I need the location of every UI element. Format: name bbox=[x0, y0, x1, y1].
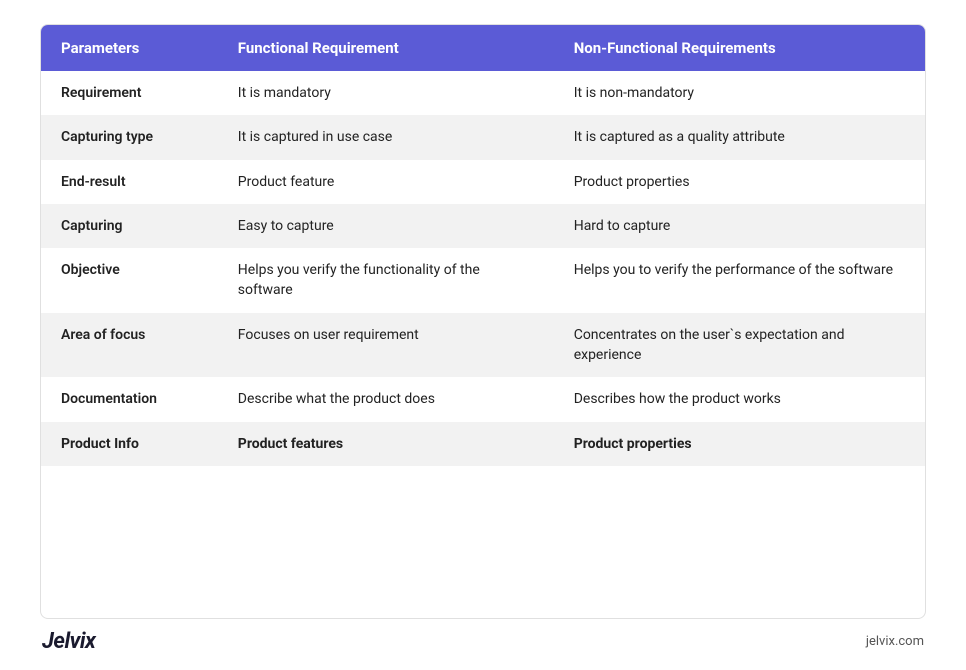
col-header-functional: Functional Requirement bbox=[218, 25, 554, 71]
col-header-parameters: Parameters bbox=[41, 25, 218, 71]
cell-functional: It is mandatory bbox=[218, 71, 554, 115]
cell-param: Requirement bbox=[41, 71, 218, 115]
cell-nonfunctional: Hard to capture bbox=[554, 204, 925, 248]
brand-logo: Jelvix bbox=[42, 629, 95, 654]
cell-functional: Helps you verify the functionality of th… bbox=[218, 248, 554, 313]
cell-nonfunctional: Product properties bbox=[554, 160, 925, 204]
comparison-table: Parameters Functional Requirement Non-Fu… bbox=[41, 25, 925, 466]
brand-url: jelvix.com bbox=[866, 634, 924, 649]
cell-param: End-result bbox=[41, 160, 218, 204]
cell-functional: Easy to capture bbox=[218, 204, 554, 248]
cell-param: Capturing type bbox=[41, 115, 218, 159]
cell-nonfunctional: Describes how the product works bbox=[554, 377, 925, 421]
cell-functional: It is captured in use case bbox=[218, 115, 554, 159]
cell-nonfunctional: Product properties bbox=[554, 422, 925, 466]
table-row: Capturing typeIt is captured in use case… bbox=[41, 115, 925, 159]
table-row: End-resultProduct featureProduct propert… bbox=[41, 160, 925, 204]
cell-functional: Product feature bbox=[218, 160, 554, 204]
cell-functional: Describe what the product does bbox=[218, 377, 554, 421]
table-row: Area of focusFocuses on user requirement… bbox=[41, 313, 925, 378]
table-row: Product InfoProduct featuresProduct prop… bbox=[41, 422, 925, 466]
table-row: RequirementIt is mandatoryIt is non-mand… bbox=[41, 71, 925, 115]
table-row: DocumentationDescribe what the product d… bbox=[41, 377, 925, 421]
table-row: CapturingEasy to captureHard to capture bbox=[41, 204, 925, 248]
cell-nonfunctional: Concentrates on the user`s expectation a… bbox=[554, 313, 925, 378]
cell-nonfunctional: Helps you to verify the performance of t… bbox=[554, 248, 925, 313]
table-row: ObjectiveHelps you verify the functional… bbox=[41, 248, 925, 313]
cell-nonfunctional: It is non-mandatory bbox=[554, 71, 925, 115]
cell-param: Objective bbox=[41, 248, 218, 313]
cell-param: Product Info bbox=[41, 422, 218, 466]
cell-param: Documentation bbox=[41, 377, 218, 421]
page-wrapper: Parameters Functional Requirement Non-Fu… bbox=[0, 0, 966, 670]
table-header-row: Parameters Functional Requirement Non-Fu… bbox=[41, 25, 925, 71]
cell-nonfunctional: It is captured as a quality attribute bbox=[554, 115, 925, 159]
col-header-nonfunctional: Non-Functional Requirements bbox=[554, 25, 925, 71]
cell-functional: Product features bbox=[218, 422, 554, 466]
page-footer: Jelvix jelvix.com bbox=[40, 629, 926, 654]
comparison-table-container: Parameters Functional Requirement Non-Fu… bbox=[40, 24, 926, 619]
cell-functional: Focuses on user requirement bbox=[218, 313, 554, 378]
cell-param: Area of focus bbox=[41, 313, 218, 378]
cell-param: Capturing bbox=[41, 204, 218, 248]
